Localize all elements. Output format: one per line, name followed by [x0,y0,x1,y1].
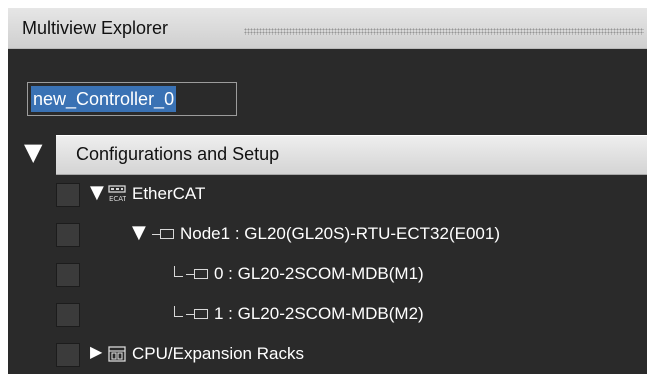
panel-titlebar[interactable]: Multiview Explorer [8,8,647,49]
tree-branch-line [174,306,183,317]
module-0-label: 0 : GL20-2SCOM-MDB(M1) [214,264,424,283]
rack-icon [108,346,126,362]
ethercat-expand-toggle[interactable]: ▼ [90,182,104,203]
tree-branch-line [174,266,183,277]
svg-text:ECAT: ECAT [109,195,126,203]
tree-item-cpu-expansion-racks[interactable]: ▶ CPU/Expansion Racks [8,334,647,374]
ethercat-label: EtherCAT [132,184,206,203]
node1-label: Node1 : GL20(GL20S)-RTU-ECT32(E001) [180,224,500,243]
ethercat-icon: ECAT [108,185,126,203]
module-connector-icon [186,304,210,324]
cpu-expansion-racks-label: CPU/Expansion Racks [132,344,304,363]
multiview-explorer-panel: Multiview Explorer new_Controller_0 ▼ Co… [8,8,647,374]
row-status-box [56,223,80,247]
cpu-expand-toggle[interactable]: ▶ [90,342,102,361]
controller-name-field[interactable]: new_Controller_0 [27,82,237,116]
section-expand-toggle[interactable]: ▼ [24,138,42,166]
row-status-box [56,263,80,287]
section-label: Configurations and Setup [76,144,280,164]
screenshot: Multiview Explorer new_Controller_0 ▼ Co… [0,0,647,374]
controller-name-text: new_Controller_0 [31,86,177,112]
tree-item-module-1[interactable]: 1 : GL20-2SCOM-MDB(M2) [8,294,647,334]
row-status-box [56,183,80,207]
titlebar-grip[interactable] [244,28,644,35]
section-header-configurations[interactable]: Configurations and Setup [56,135,647,175]
panel-title: Multiview Explorer [22,18,169,38]
node1-expand-toggle[interactable]: ▼ [132,222,146,243]
tree-item-node1[interactable]: ▼ Node1 : GL20(GL20S)-RTU-ECT32(E001) [8,214,647,254]
tree-item-module-0[interactable]: 0 : GL20-2SCOM-MDB(M1) [8,254,647,294]
module-1-label: 1 : GL20-2SCOM-MDB(M2) [214,304,424,323]
row-status-box [56,343,80,367]
node-connector-icon [152,224,176,244]
row-status-box [56,303,80,327]
module-connector-icon [186,264,210,284]
tree-item-ethercat[interactable]: ▼ ECAT EtherCAT [8,174,647,214]
